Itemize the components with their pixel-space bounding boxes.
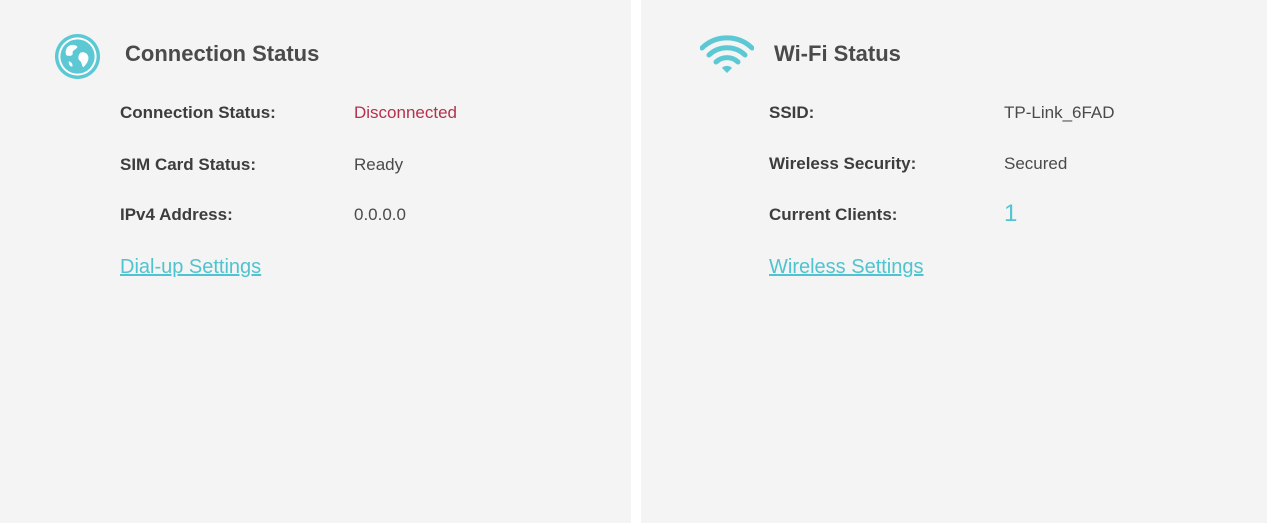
current-clients-label: Current Clients: [769, 205, 898, 224]
ssid-label: SSID: [769, 103, 815, 122]
connection-status-value: Disconnected [354, 103, 458, 122]
ssid-row: SSID: TP-Link_6FAD [769, 103, 1249, 127]
connection-status-row: Connection Status: Disconnected [120, 103, 600, 127]
sim-card-status-value: Ready [354, 155, 404, 174]
sim-card-status-row: SIM Card Status: Ready [120, 155, 600, 179]
wifi-icon [700, 35, 754, 73]
current-clients-value[interactable]: 1 [1004, 200, 1017, 228]
panel-title: Connection Status [125, 41, 320, 66]
ipv4-address-label: IPv4 Address: [120, 205, 233, 224]
wireless-security-row: Wireless Security: Secured [769, 154, 1249, 178]
wireless-settings-link[interactable]: Wireless Settings [769, 256, 924, 279]
connection-status-panel: Connection Status Connection Status: Dis… [0, 0, 631, 523]
connection-status-label: Connection Status: [120, 103, 276, 122]
sim-card-status-label: SIM Card Status: [120, 155, 257, 174]
globe-icon [54, 33, 101, 80]
panel-title: Wi-Fi Status [774, 41, 901, 66]
wireless-security-label: Wireless Security: [769, 154, 917, 173]
dial-up-settings-link[interactable]: Dial-up Settings [120, 256, 261, 279]
current-clients-row: Current Clients: 1 [769, 200, 1249, 229]
ipv4-address-value: 0.0.0.0 [354, 205, 406, 224]
wireless-security-value: Secured [1004, 154, 1068, 173]
ipv4-address-row: IPv4 Address: 0.0.0.0 [120, 205, 600, 229]
status-dashboard: Connection Status Connection Status: Dis… [0, 0, 1269, 523]
wifi-status-panel: Wi-Fi Status SSID: TP-Link_6FAD Wireless… [641, 0, 1267, 523]
ssid-value: TP-Link_6FAD [1004, 103, 1115, 122]
